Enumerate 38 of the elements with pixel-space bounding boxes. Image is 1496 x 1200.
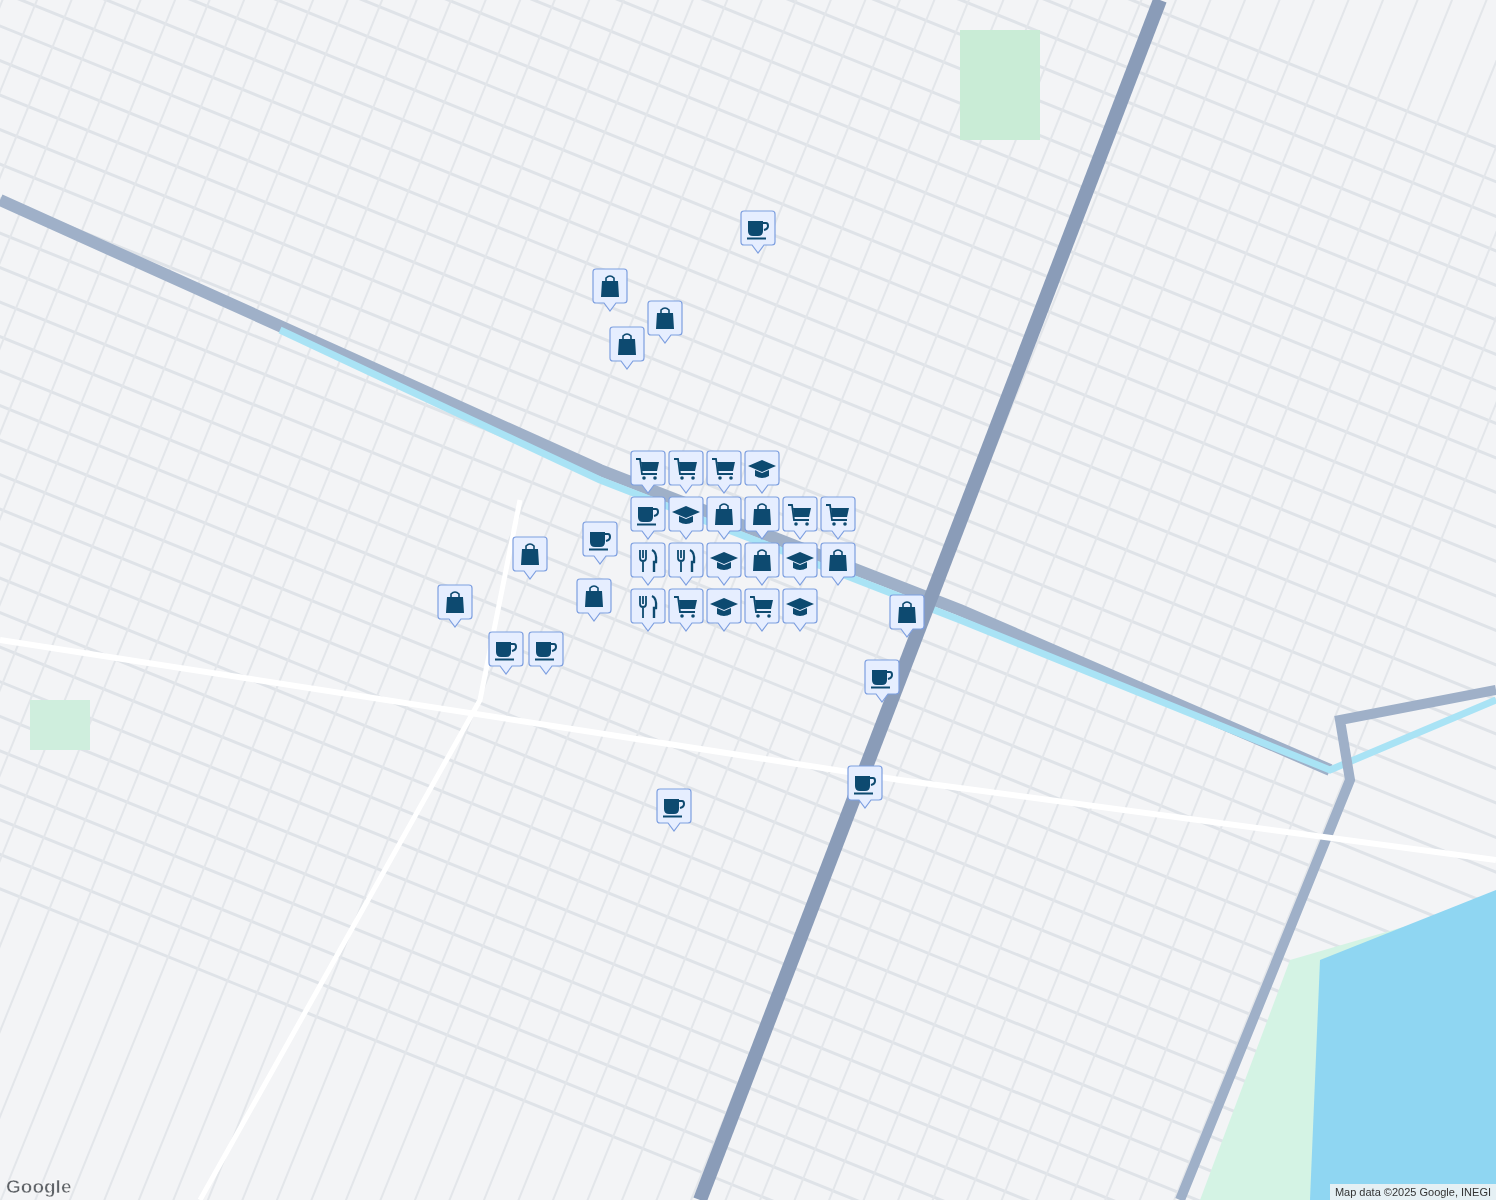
- cafe-marker[interactable]: [630, 496, 666, 540]
- shop-marker[interactable]: [437, 584, 473, 628]
- map-attribution: Map data ©2025 Google, INEGI: [1329, 1184, 1496, 1200]
- shop-marker[interactable]: [592, 268, 628, 312]
- restaurant-marker[interactable]: [668, 542, 704, 586]
- shop-marker[interactable]: [889, 594, 925, 638]
- shop-marker[interactable]: [512, 536, 548, 580]
- grocery-marker[interactable]: [668, 450, 704, 494]
- cafe-marker[interactable]: [528, 631, 564, 675]
- shop-marker[interactable]: [647, 300, 683, 344]
- restaurant-marker[interactable]: [630, 542, 666, 586]
- shop-marker[interactable]: [576, 578, 612, 622]
- shop-marker[interactable]: [744, 542, 780, 586]
- grocery-marker[interactable]: [782, 496, 818, 540]
- shop-marker[interactable]: [820, 542, 856, 586]
- cafe-marker[interactable]: [864, 659, 900, 703]
- google-logo[interactable]: Google: [6, 1176, 72, 1198]
- restaurant-marker[interactable]: [630, 588, 666, 632]
- shop-marker[interactable]: [706, 496, 742, 540]
- cafe-marker[interactable]: [488, 631, 524, 675]
- cafe-marker[interactable]: [656, 788, 692, 832]
- cafe-marker[interactable]: [740, 210, 776, 254]
- school-marker[interactable]: [744, 450, 780, 494]
- school-marker[interactable]: [706, 542, 742, 586]
- grocery-marker[interactable]: [744, 588, 780, 632]
- grocery-marker[interactable]: [630, 450, 666, 494]
- cafe-marker[interactable]: [847, 765, 883, 809]
- shop-marker[interactable]: [744, 496, 780, 540]
- cafe-marker[interactable]: [582, 521, 618, 565]
- school-marker[interactable]: [706, 588, 742, 632]
- grocery-marker[interactable]: [668, 588, 704, 632]
- school-marker[interactable]: [668, 496, 704, 540]
- map-view[interactable]: Google Map data ©2025 Google, INEGI: [0, 0, 1496, 1200]
- shop-marker[interactable]: [609, 326, 645, 370]
- grocery-marker[interactable]: [820, 496, 856, 540]
- grocery-marker[interactable]: [706, 450, 742, 494]
- school-marker[interactable]: [782, 542, 818, 586]
- school-marker[interactable]: [782, 588, 818, 632]
